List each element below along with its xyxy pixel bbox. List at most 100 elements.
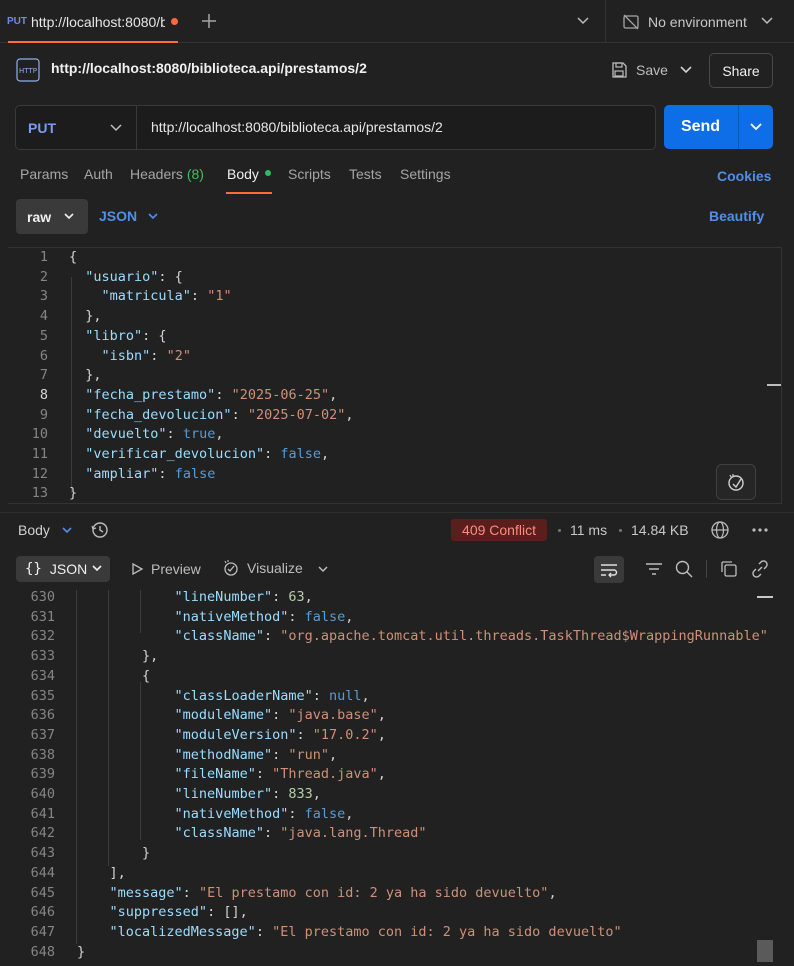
- code-token: "El prestamo con id: 2 ya ha sido devuel…: [198, 884, 549, 901]
- chevron-down-icon: [110, 124, 122, 132]
- request-tab[interactable]: PUT http://localhost:8080/bi: [0, 0, 178, 43]
- url-input[interactable]: http://localhost:8080/biblioteca.api/pre…: [151, 119, 443, 135]
- no-environment-icon: [623, 14, 639, 29]
- divider: [0, 512, 794, 513]
- code-line: ],: [77, 864, 768, 884]
- method-label: PUT: [28, 119, 56, 136]
- active-tab-indicator: [226, 192, 272, 194]
- chevron-down-icon[interactable]: [574, 13, 592, 29]
- share-button[interactable]: Share: [709, 53, 773, 88]
- code-token: "org.apache.tomcat.util.threads.TaskThre…: [280, 628, 768, 645]
- line-number: 646: [30, 904, 55, 921]
- unsaved-dot: [171, 18, 178, 25]
- globe-icon[interactable]: [710, 520, 730, 540]
- line-number: 13: [31, 485, 48, 502]
- tab-headers[interactable]: Headers (8): [130, 166, 204, 182]
- tab-body[interactable]: Body: [227, 166, 271, 182]
- environment-selector[interactable]: No environment: [622, 0, 747, 43]
- more-icon[interactable]: [751, 521, 769, 539]
- code-token: :: [288, 805, 305, 822]
- beautify-button[interactable]: Beautify: [709, 208, 764, 224]
- line-number: 633: [30, 648, 55, 665]
- code-token: "fecha_prestamo": [85, 386, 216, 403]
- code-token: false: [280, 446, 321, 463]
- wrap-icon[interactable]: [594, 556, 624, 583]
- line-number: 10: [31, 426, 48, 443]
- code-content[interactable]: { "usuario": { "matricula": "1" }, "libr…: [69, 248, 354, 504]
- tab-auth[interactable]: Auth: [84, 166, 113, 182]
- method-select[interactable]: PUT: [16, 106, 137, 149]
- plus-icon[interactable]: [198, 10, 220, 32]
- response-body-label[interactable]: Body: [18, 522, 50, 538]
- line-numbers: 1 2 3 4 5 6 7 8 9 10 11 12 13: [8, 248, 48, 504]
- chevron-down-icon[interactable]: [758, 13, 776, 29]
- code-content[interactable]: "lineNumber": 63, "nativeMethod": false,…: [77, 590, 768, 962]
- status-badge[interactable]: 409 Conflict: [451, 519, 547, 541]
- code-line: "fecha_prestamo": "2025-06-25",: [69, 386, 354, 406]
- link-icon[interactable]: [750, 559, 770, 579]
- code-token: "classLoaderName": [174, 687, 313, 704]
- line-number: 645: [30, 884, 55, 901]
- scrollbar-thumb[interactable]: [757, 940, 773, 962]
- code-token: :: [158, 465, 175, 482]
- language-select[interactable]: JSON: [99, 208, 137, 224]
- chevron-down-icon[interactable]: [316, 562, 330, 576]
- line-number: 631: [30, 608, 55, 625]
- response-time[interactable]: 11 ms: [570, 522, 607, 538]
- code-token: ,: [345, 406, 354, 423]
- code-token: "localizedMessage": [109, 923, 256, 940]
- code-token: :: [263, 628, 281, 645]
- search-icon[interactable]: [674, 559, 694, 579]
- copy-icon[interactable]: [719, 559, 739, 579]
- play-icon: [132, 562, 144, 576]
- preview-button[interactable]: Preview: [130, 561, 201, 577]
- response-body-viewer[interactable]: 630 631 632 633 634 635 636 637 638 639 640 641 642 6…: [0, 590, 794, 966]
- code-line: {: [77, 667, 768, 687]
- code-token: ,: [312, 786, 321, 803]
- line-number: 648: [30, 943, 55, 960]
- tab-settings[interactable]: Settings: [400, 166, 451, 182]
- filter-icon[interactable]: [644, 559, 664, 579]
- response-format-label: JSON: [49, 561, 88, 577]
- code-token: null: [328, 687, 362, 704]
- code-line: "lineNumber": 833,: [77, 785, 768, 805]
- cookies-link[interactable]: Cookies: [717, 168, 771, 184]
- save-button[interactable]: Save: [610, 52, 668, 88]
- chevron-down-icon[interactable]: [60, 523, 74, 537]
- code-line: "libro": {: [69, 327, 354, 347]
- code-token: :: [215, 386, 232, 403]
- code-token: false: [304, 805, 346, 822]
- separator-dot: [619, 529, 622, 532]
- history-icon[interactable]: [90, 520, 110, 540]
- request-body-editor[interactable]: 1 2 3 4 5 6 7 8 9 10 11 12 13 { "usuario": { "matric…: [8, 247, 782, 504]
- code-token: },: [77, 648, 159, 665]
- response-size[interactable]: 14.84 KB: [631, 522, 689, 538]
- visualize-icon: [224, 560, 238, 576]
- tab-params[interactable]: Params: [20, 166, 68, 182]
- chevron-down-icon[interactable]: [748, 119, 764, 135]
- code-line: "className": "java.lang.Thread": [77, 824, 768, 844]
- code-line: "classLoaderName": null,: [77, 687, 768, 707]
- chevron-down-icon[interactable]: [146, 209, 160, 223]
- code-line: "lineNumber": 63,: [77, 590, 768, 608]
- body-mode-label: raw: [27, 208, 52, 225]
- tab-scripts[interactable]: Scripts: [288, 166, 331, 182]
- visualize-button[interactable]: Visualize: [222, 559, 303, 577]
- body-mode-select[interactable]: raw: [16, 199, 88, 234]
- tab-tests[interactable]: Tests: [349, 166, 382, 182]
- chevron-down-icon[interactable]: [678, 62, 694, 78]
- response-format-select[interactable]: {} JSON: [16, 556, 110, 582]
- line-number: 641: [30, 805, 55, 822]
- visualize-label: Visualize: [247, 560, 303, 576]
- magic-icon[interactable]: [716, 464, 756, 500]
- code-token: : {: [158, 268, 183, 285]
- code-token: ,: [377, 766, 386, 783]
- send-button[interactable]: Send: [664, 105, 773, 149]
- code-token: ,: [320, 446, 330, 463]
- code-token: "nativeMethod": [174, 805, 289, 822]
